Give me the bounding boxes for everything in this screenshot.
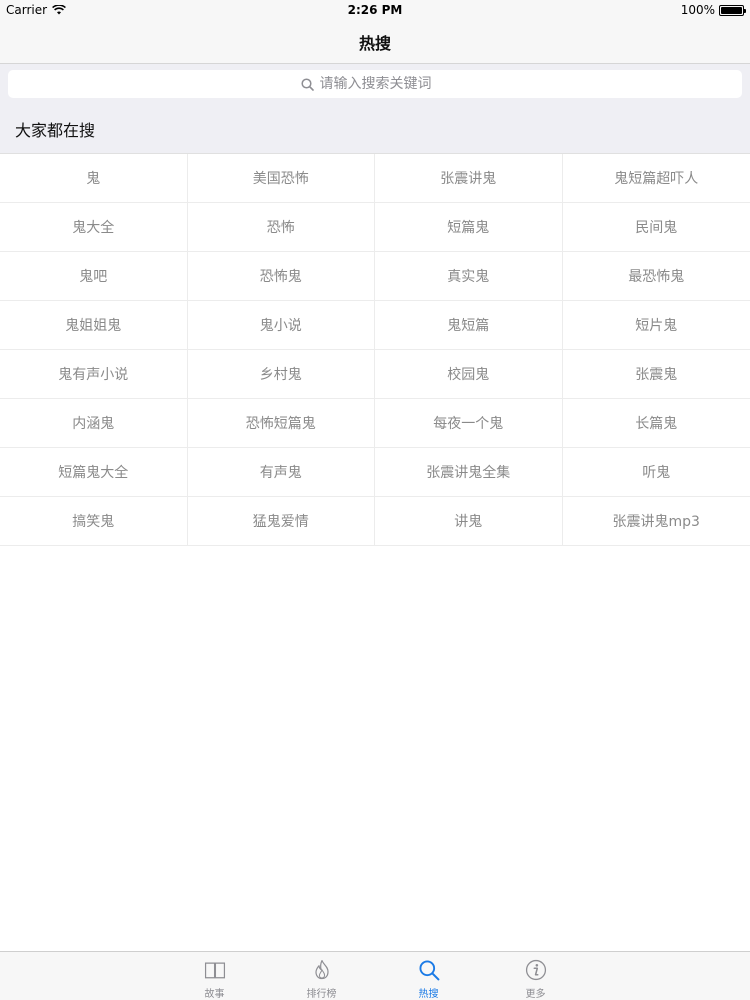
section-title: 大家都在搜 — [15, 120, 96, 140]
hot-search-item[interactable]: 民间鬼 — [562, 203, 750, 252]
tab-label: 故事 — [204, 989, 225, 1000]
status-bar: Carrier 2:26 PM 100% — [0, 0, 750, 20]
hot-search-item[interactable]: 鬼有声小说 — [0, 350, 188, 399]
hot-search-item[interactable]: 短片鬼 — [562, 301, 750, 350]
status-right: 100% — [680, 3, 746, 17]
hot-search-item[interactable]: 讲鬼 — [375, 497, 563, 546]
hot-search-item[interactable]: 恐怖 — [187, 203, 375, 252]
hot-search-item[interactable]: 短篇鬼大全 — [0, 448, 188, 497]
hot-search-item[interactable]: 张震讲鬼mp3 — [562, 497, 750, 546]
tab-label: 热搜 — [418, 989, 439, 1000]
tab-label: 排行榜 — [306, 989, 337, 1000]
hot-search-item[interactable]: 张震鬼 — [562, 350, 750, 399]
hot-search-item[interactable]: 有声鬼 — [187, 448, 375, 497]
hot-search-item[interactable]: 美国恐怖 — [187, 154, 375, 203]
hot-search-item[interactable]: 每夜一个鬼 — [375, 399, 563, 448]
info-icon — [525, 959, 546, 981]
hot-search-item[interactable]: 最恐怖鬼 — [562, 252, 750, 301]
search-icon — [300, 77, 314, 91]
hot-search-item[interactable]: 乡村鬼 — [187, 350, 375, 399]
search-icon — [418, 960, 439, 981]
screen: Carrier 2:26 PM 100% 热搜 大家都在搜 — [0, 0, 750, 1000]
battery-icon — [719, 4, 746, 16]
hot-search-item[interactable]: 短篇鬼 — [375, 203, 563, 252]
tab-label: 更多 — [525, 989, 546, 1000]
hot-search-item[interactable]: 恐怖鬼 — [187, 252, 375, 301]
hot-search-item[interactable]: 鬼 — [0, 154, 188, 203]
tab-hot-search[interactable]: 热搜 — [375, 952, 482, 1000]
hot-search-item[interactable]: 张震讲鬼全集 — [375, 448, 563, 497]
hot-search-item[interactable]: 搞笑鬼 — [0, 497, 188, 546]
book-icon — [204, 962, 225, 979]
hot-search-item[interactable]: 听鬼 — [562, 448, 750, 497]
hot-search-item[interactable]: 真实鬼 — [375, 252, 563, 301]
hot-search-grid: 鬼 美国恐怖 张震讲鬼 鬼短篇超吓人 鬼大全 恐怖 短篇鬼 民间鬼 鬼吧 恐怖鬼… — [0, 154, 750, 546]
hot-search-item[interactable]: 鬼短篇超吓人 — [562, 154, 750, 203]
hot-search-item[interactable]: 恐怖短篇鬼 — [187, 399, 375, 448]
battery-percent: 100% — [680, 3, 715, 17]
section-header: 大家都在搜 — [0, 104, 750, 154]
hot-search-item[interactable]: 鬼吧 — [0, 252, 188, 301]
search-input[interactable] — [319, 76, 450, 92]
hot-search-item[interactable]: 内涵鬼 — [0, 399, 188, 448]
hot-search-item[interactable]: 鬼大全 — [0, 203, 188, 252]
hot-search-item[interactable]: 校园鬼 — [375, 350, 563, 399]
tab-more[interactable]: 更多 — [482, 952, 589, 1000]
status-time: 2:26 PM — [347, 3, 403, 17]
hot-search-item[interactable]: 鬼姐姐鬼 — [0, 301, 188, 350]
tab-stories[interactable]: 故事 — [161, 952, 268, 1000]
tab-bar: 故事 排行榜 热搜 更多 — [0, 951, 750, 1000]
page-title: 热搜 — [358, 33, 391, 53]
search-box[interactable] — [8, 70, 742, 98]
tab-rankings[interactable]: 排行榜 — [268, 952, 375, 1000]
hot-search-item[interactable]: 鬼短篇 — [375, 301, 563, 350]
hot-search-item[interactable]: 张震讲鬼 — [375, 154, 563, 203]
flame-icon — [314, 959, 329, 980]
nav-bar: 热搜 — [0, 20, 750, 64]
hot-search-item[interactable]: 鬼小说 — [187, 301, 375, 350]
hot-search-item[interactable]: 长篇鬼 — [562, 399, 750, 448]
search-bar — [0, 64, 750, 104]
hot-search-item[interactable]: 猛鬼爱情 — [187, 497, 375, 546]
